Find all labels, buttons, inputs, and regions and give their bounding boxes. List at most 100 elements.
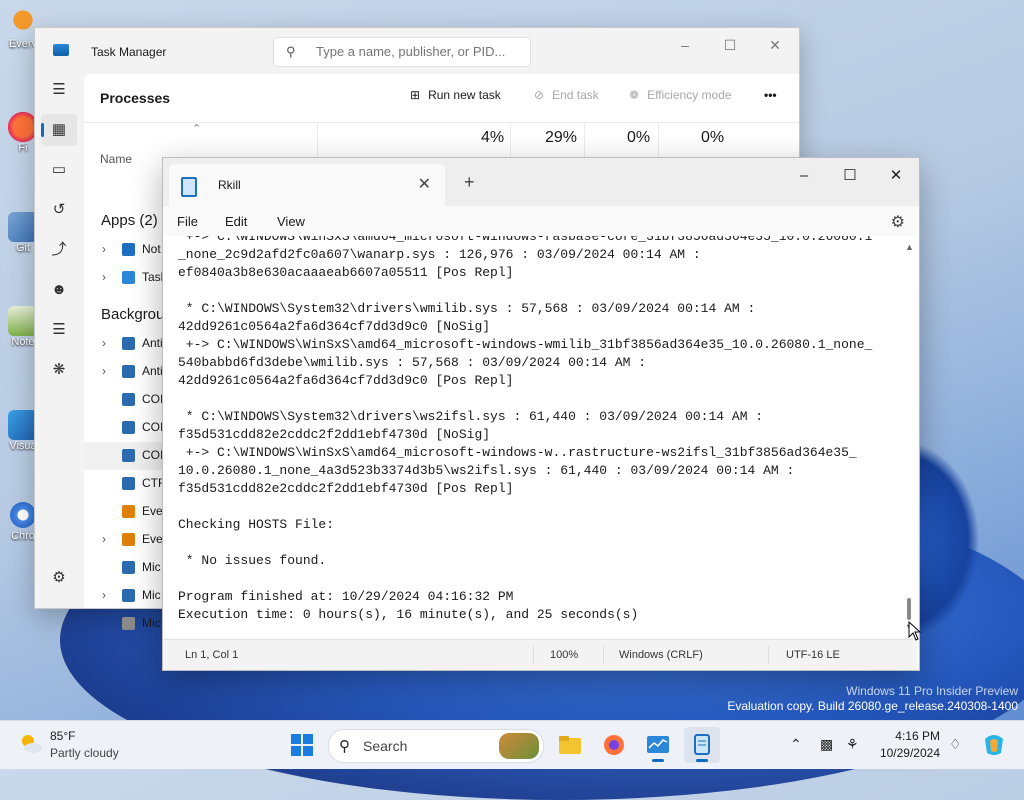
network-icon[interactable]: ▩ <box>820 736 833 753</box>
scroll-up-arrow-icon[interactable]: ▲ <box>905 242 914 252</box>
weather-temperature: 85°F <box>50 729 76 743</box>
copilot-icon <box>985 735 1003 755</box>
notepad-icon <box>694 734 710 755</box>
process-icon <box>122 393 135 406</box>
close-tab-icon[interactable]: ✕ <box>418 174 431 194</box>
expand-chevron-icon[interactable]: › <box>102 270 106 284</box>
taskbar-search-box[interactable]: ⚲ Search <box>328 729 544 763</box>
process-name: Mic <box>142 588 161 602</box>
process-icon <box>122 561 135 574</box>
nav-processes-icon[interactable]: ▦ <box>41 114 77 146</box>
process-icon <box>122 337 135 350</box>
nav-performance-icon[interactable]: ▭ <box>41 154 77 186</box>
cursor-position: Ln 1, Col 1 <box>185 649 239 661</box>
efficiency-mode-label: Efficiency mode <box>647 88 732 102</box>
expand-chevron-icon[interactable]: › <box>102 588 106 602</box>
maximize-button[interactable]: ☐ <box>710 32 750 58</box>
search-highlight-image <box>499 733 539 759</box>
efficiency-mode-button[interactable]: ❁ Efficiency mode <box>629 88 732 102</box>
processes-header: Processes ⊞ Run new task ⊘ End task ❁ Effic… <box>84 74 799 123</box>
column-memory[interactable]: 29% <box>545 129 577 147</box>
settings-gear-icon[interactable]: ⚙ <box>891 212 905 232</box>
search-icon: ⚲ <box>286 44 296 59</box>
process-icon <box>122 589 135 602</box>
firefox-icon <box>604 735 624 755</box>
minimize-button[interactable]: – <box>665 32 705 58</box>
hamburger-menu-icon[interactable]: ☰ <box>41 74 77 106</box>
nav-details-icon[interactable]: ☰ <box>41 314 77 346</box>
weather-condition: Partly cloudy <box>50 746 119 760</box>
sort-chevron-up-icon[interactable]: ⌃ <box>192 122 201 135</box>
taskbar: 85°F Partly cloudy ⚲ Search ⌃ ▩ ⚘ 4:16 P… <box>0 720 1024 769</box>
process-name: Mic <box>142 560 161 574</box>
copilot-button[interactable] <box>976 727 1012 763</box>
run-new-task-button[interactable]: ⊞ Run new task <box>410 88 501 102</box>
process-icon <box>122 449 135 462</box>
notepad-process-icon <box>122 243 135 256</box>
search-label: Search <box>363 738 408 754</box>
close-button[interactable]: ✕ <box>873 162 919 190</box>
end-task-label: End task <box>552 88 599 102</box>
evaluation-watermark: Windows 11 Pro Insider Preview Evaluatio… <box>727 684 1018 714</box>
notepad-taskbar-button[interactable] <box>684 727 720 763</box>
scrollbar-thumb[interactable] <box>907 598 911 620</box>
task-manager-titlebar[interactable]: Task Manager ⚲ – ☐ ✕ <box>35 28 799 74</box>
nav-services-icon[interactable]: ❋ <box>41 354 77 386</box>
column-disk[interactable]: 0% <box>627 129 650 147</box>
line-ending[interactable]: Windows (CRLF) <box>619 649 703 661</box>
menu-file[interactable]: File <box>177 214 198 229</box>
column-network[interactable]: 0% <box>701 129 724 147</box>
menu-edit[interactable]: Edit <box>225 214 247 229</box>
notepad-statusbar: Ln 1, Col 1 100% Windows (CRLF) UTF-16 L… <box>163 639 917 670</box>
column-name[interactable]: Name <box>100 152 132 166</box>
process-name: Anti <box>142 364 163 378</box>
notepad-window[interactable]: Rkill ✕ + – ☐ ✕ File Edit View ⚙ +-> C:\… <box>162 157 920 671</box>
process-name: COI <box>142 420 164 434</box>
background-section-heading: Backgrou <box>101 306 165 323</box>
partly-cloudy-icon <box>22 735 42 753</box>
window-title: Task Manager <box>91 45 167 59</box>
expand-chevron-icon[interactable]: › <box>102 336 106 350</box>
column-divider <box>584 122 585 162</box>
nav-startup-apps-icon[interactable]: ⤴ <box>41 234 77 266</box>
expand-chevron-icon[interactable]: › <box>102 242 106 256</box>
process-icon <box>122 617 135 630</box>
more-options-button[interactable]: ••• <box>764 88 777 102</box>
clock-date[interactable]: 10/29/2024 <box>872 746 940 760</box>
nav-app-history-icon[interactable]: ↺ <box>41 194 77 226</box>
task-manager-taskbar-button[interactable] <box>640 727 676 763</box>
document-text[interactable]: +-> C:\WINDOWS\WinSxS\amd64_microsoft-wi… <box>178 236 887 624</box>
notifications-bell-icon[interactable]: ♢ <box>949 736 962 753</box>
process-search-box[interactable]: ⚲ <box>273 37 531 67</box>
column-cpu[interactable]: 4% <box>481 129 504 147</box>
close-button[interactable]: ✕ <box>755 32 795 58</box>
zoom-level[interactable]: 100% <box>550 649 578 661</box>
volume-muted-icon[interactable]: ⚘ <box>846 736 859 753</box>
text-editor-area[interactable]: +-> C:\WINDOWS\WinSxS\amd64_microsoft-wi… <box>163 236 917 638</box>
encoding[interactable]: UTF-16 LE <box>786 649 840 661</box>
end-task-button[interactable]: ⊘ End task <box>534 88 599 102</box>
settings-gear-icon[interactable]: ⚙ <box>41 562 77 594</box>
tab-rkill[interactable]: Rkill ✕ <box>169 164 445 206</box>
clock-time[interactable]: 4:16 PM <box>880 729 940 743</box>
column-divider <box>317 122 318 162</box>
vertical-scrollbar[interactable]: ▲ ▼ <box>905 242 914 634</box>
file-explorer-button[interactable] <box>552 727 588 763</box>
show-hidden-icons-chevron-icon[interactable]: ⌃ <box>790 736 802 753</box>
expand-chevron-icon[interactable]: › <box>102 532 106 546</box>
notepad-icon <box>181 177 197 197</box>
start-button[interactable] <box>284 727 320 763</box>
nav-users-icon[interactable]: ☻ <box>41 274 77 306</box>
notepad-titlebar[interactable]: Rkill ✕ + – ☐ ✕ <box>163 158 919 206</box>
process-name: COI <box>142 448 164 462</box>
apps-section-heading: Apps (2) <box>101 212 158 229</box>
minimize-button[interactable]: – <box>781 162 827 190</box>
menu-view[interactable]: View <box>277 214 305 229</box>
tab-title: Rkill <box>218 178 241 192</box>
new-tab-button[interactable]: + <box>464 172 475 193</box>
expand-chevron-icon[interactable]: › <box>102 364 106 378</box>
maximize-button[interactable]: ☐ <box>827 162 873 190</box>
firefox-taskbar-button[interactable] <box>596 727 632 763</box>
process-search-input[interactable] <box>314 43 523 60</box>
task-manager-app-icon <box>53 44 69 56</box>
